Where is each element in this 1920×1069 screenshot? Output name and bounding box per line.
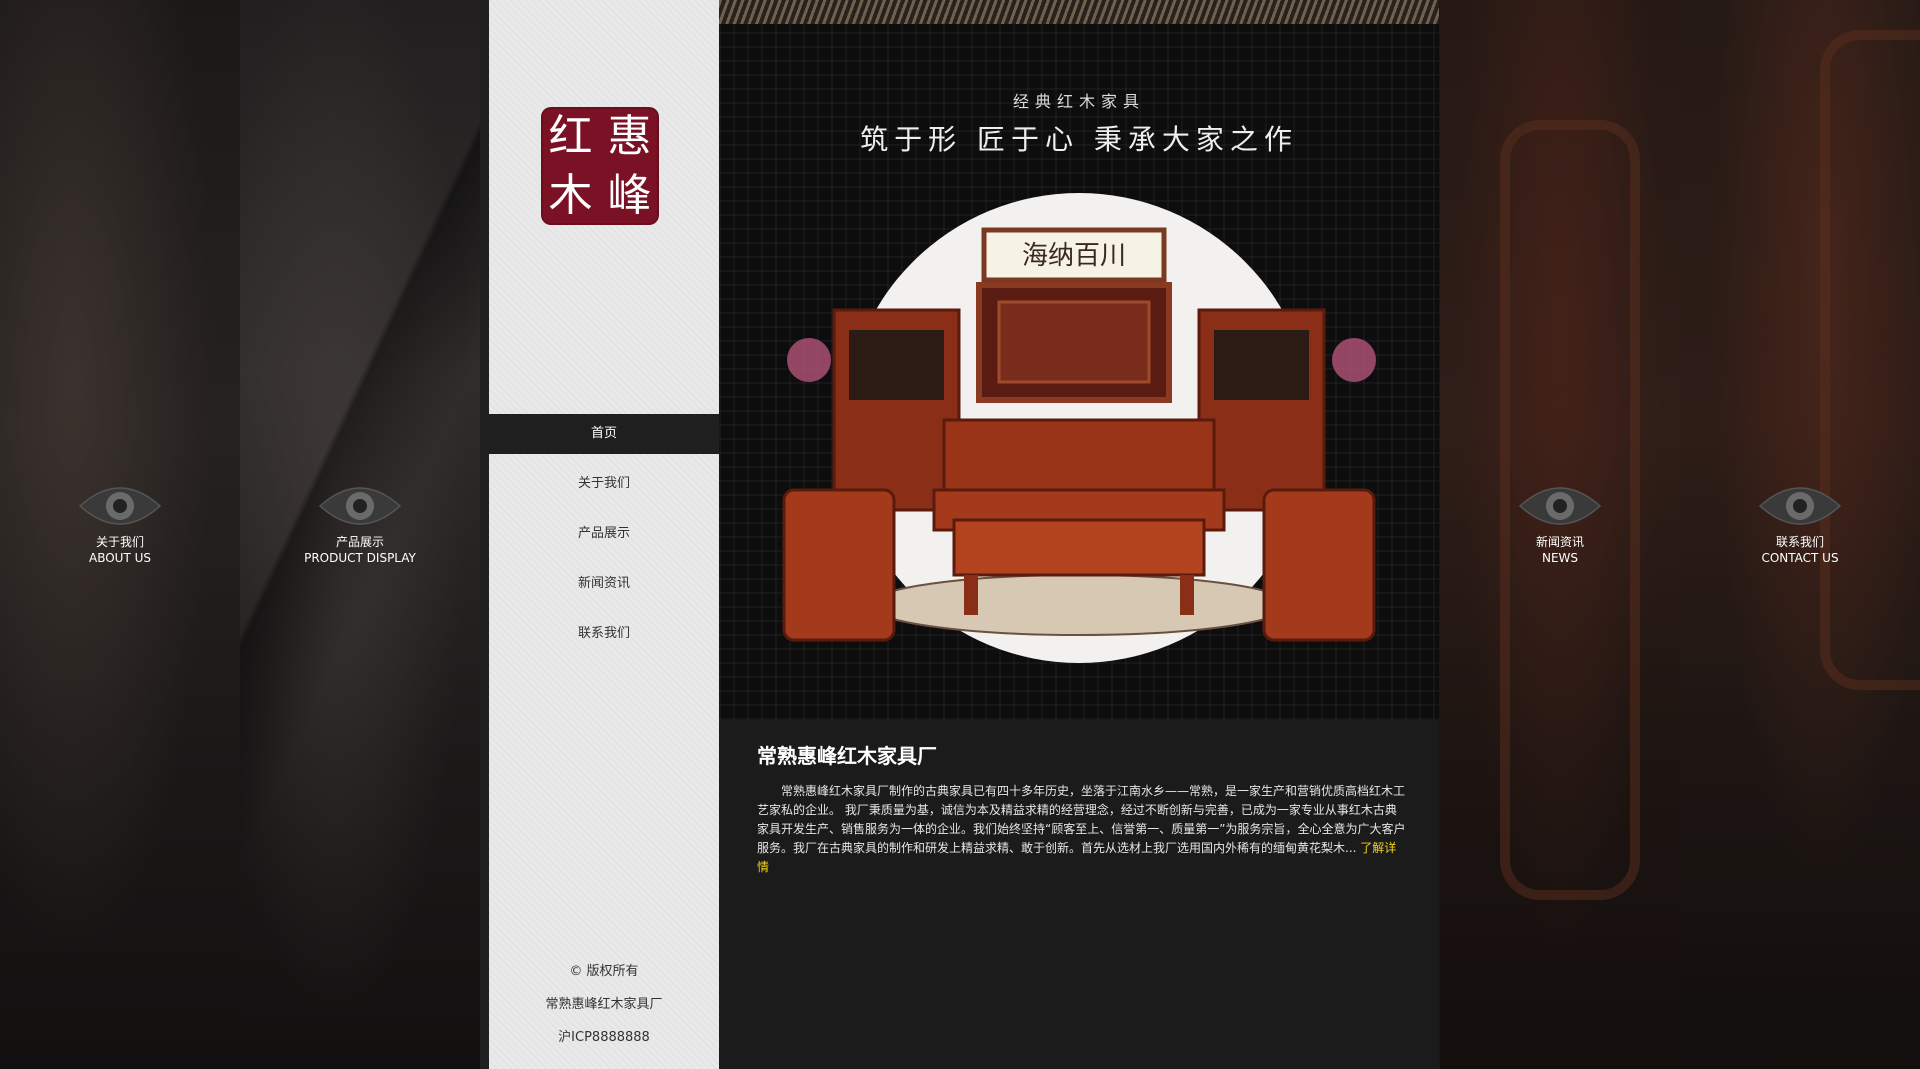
- rug: [868, 574, 1290, 636]
- logo-char: 红: [548, 110, 593, 162]
- table-leg: [964, 575, 978, 615]
- footer-copyright: © 版权所有: [569, 964, 639, 979]
- side-nav-en-label: CONTACT US: [1761, 551, 1839, 565]
- footer-icp: 沪ICP8888888: [558, 1030, 650, 1045]
- eye-icon: [1518, 478, 1602, 534]
- side-nav-news[interactable]: 新闻资讯 NEWS: [1440, 478, 1680, 566]
- logo-char: 惠: [607, 110, 652, 162]
- left-armchair: [782, 488, 896, 642]
- main-content: 经典红木家具 筑于形 匠于心 秉承大家之作 海纳百川 常熟惠峰红木家具厂 常熟惠…: [719, 0, 1439, 1069]
- eye-icon: [1758, 478, 1842, 534]
- menu-item-products[interactable]: 产品展示: [485, 514, 723, 564]
- left-cabinet-shelf: [849, 330, 944, 400]
- main-menu: 首页 关于我们 产品展示 新闻资讯 联系我们: [485, 414, 723, 664]
- tea-table: [952, 518, 1206, 577]
- bg-panel-products[interactable]: 产品展示 PRODUCT DISPLAY: [240, 0, 480, 1069]
- flower-arrangement-right: [1332, 338, 1376, 382]
- plaque-text: 海纳百川: [1022, 241, 1126, 271]
- right-cabinet-shelf: [1214, 330, 1309, 400]
- hero-slogan: 筑于形 匠于心 秉承大家之作: [860, 123, 1298, 156]
- footer-company: 常熟惠峰红木家具厂: [545, 997, 663, 1012]
- right-armchair: [1262, 488, 1376, 642]
- site-logo[interactable]: 红 惠 木 峰: [541, 107, 659, 225]
- side-nav-cn-label: 关于我们: [95, 535, 144, 549]
- side-nav-contact[interactable]: 联系我们 CONTACT US: [1680, 478, 1920, 566]
- bg-panel-about[interactable]: 关于我们 ABOUT US: [0, 0, 240, 1069]
- side-nav-en-label: NEWS: [1541, 551, 1579, 565]
- about-text: 常熟惠峰红木家具厂制作的古典家具已有四十多年历史，坐落于江南水乡——常熟，是一家…: [757, 782, 1407, 877]
- rope-border-decoration: [719, 0, 1439, 24]
- side-nav-products[interactable]: 产品展示 PRODUCT DISPLAY: [240, 478, 480, 566]
- about-title: 常熟惠峰红木家具厂: [757, 744, 937, 768]
- side-nav-en-label: PRODUCT DISPLAY: [304, 551, 416, 565]
- bg-panel-news[interactable]: 新闻资讯 NEWS: [1440, 0, 1680, 1069]
- side-nav-en-label: ABOUT US: [88, 551, 151, 565]
- table-leg: [1180, 575, 1194, 615]
- flower-arrangement-left: [787, 338, 831, 382]
- eye-icon: [78, 478, 162, 534]
- menu-item-about[interactable]: 关于我们: [485, 464, 723, 514]
- logo-char: 峰: [607, 169, 652, 221]
- sofa-back: [942, 418, 1216, 502]
- bg-panel-contact[interactable]: 联系我们 CONTACT US: [1680, 0, 1920, 1069]
- side-nav-cn-label: 产品展示: [335, 535, 384, 549]
- logo-char: 木: [548, 169, 593, 221]
- hero-banner: 经典红木家具 筑于形 匠于心 秉承大家之作 海纳百川: [719, 0, 1439, 720]
- left-column: 红 惠 木 峰 首页 关于我们 产品展示 新闻资讯 联系我们 © 版权所有 常熟…: [480, 0, 728, 1069]
- menu-item-news[interactable]: 新闻资讯: [485, 564, 723, 614]
- panel-decoration: [1820, 30, 1920, 690]
- furniture-set-image: 海纳百川: [782, 193, 1376, 663]
- side-nav-cn-label: 联系我们: [1775, 535, 1824, 549]
- menu-item-home[interactable]: 首页: [485, 414, 723, 454]
- carved-screen-inner: [997, 300, 1151, 384]
- hero-subtitle: 经典红木家具: [1012, 92, 1145, 111]
- menu-item-contact[interactable]: 联系我们: [485, 614, 723, 664]
- side-nav-about[interactable]: 关于我们 ABOUT US: [0, 478, 240, 566]
- about-body: 常熟惠峰红木家具厂制作的古典家具已有四十多年历史，坐落于江南水乡——常熟，是一家…: [757, 784, 1406, 855]
- side-nav-cn-label: 新闻资讯: [1535, 535, 1584, 549]
- eye-icon: [318, 478, 402, 534]
